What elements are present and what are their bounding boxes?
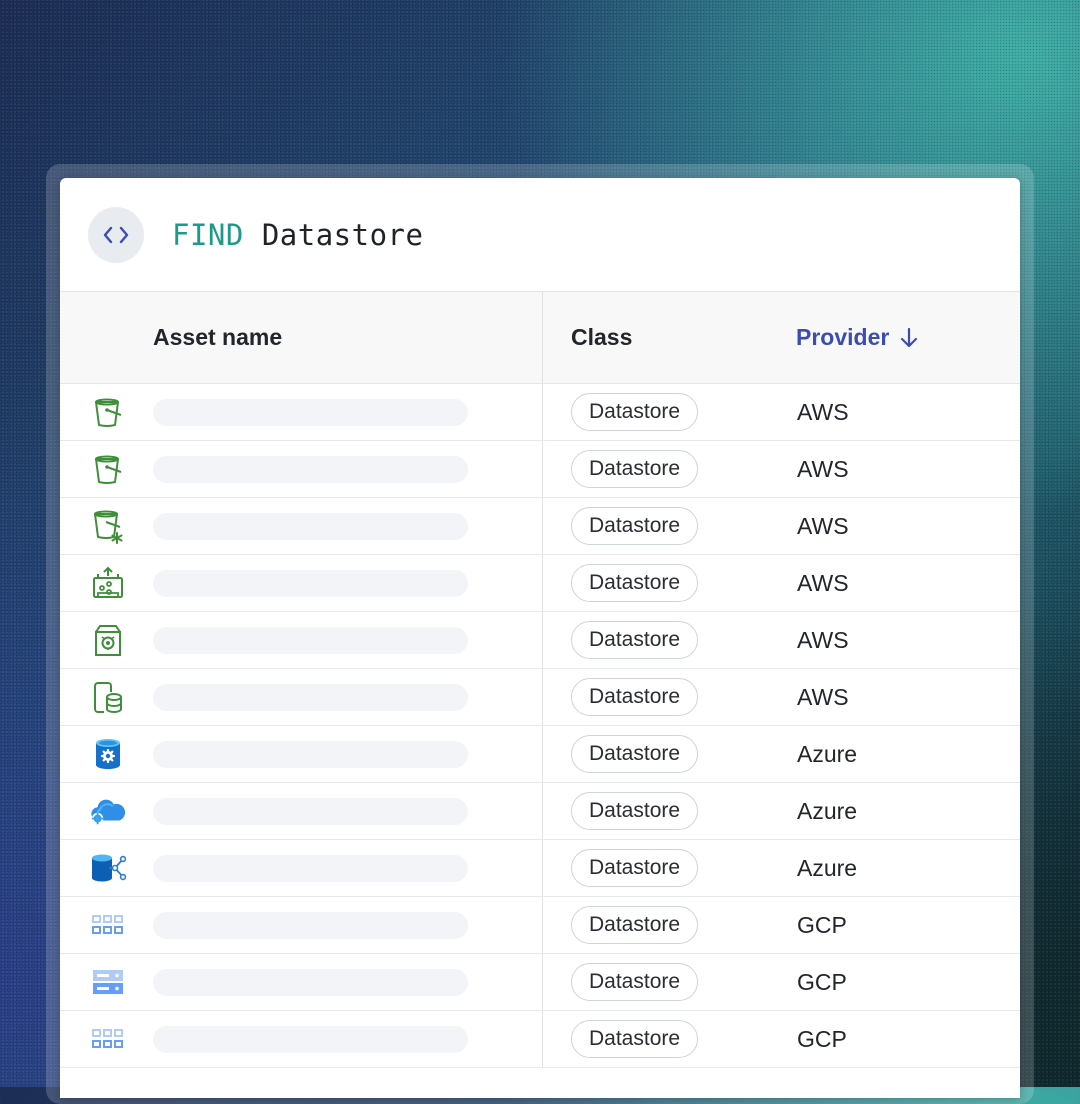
class-badge[interactable]: Datastore: [571, 735, 699, 773]
class-cell: Datastore: [543, 840, 766, 896]
provider-cell: AWS: [797, 569, 849, 596]
asset-name-placeholder: [153, 968, 468, 996]
asset-name-cell: [60, 726, 543, 782]
asset-name-cell: [60, 897, 543, 953]
class-cell: Datastore: [543, 669, 766, 725]
column-header-provider[interactable]: Provider: [766, 292, 919, 383]
class-badge[interactable]: Datastore: [571, 621, 699, 659]
aws-database-icon: [90, 679, 126, 715]
class-badge[interactable]: Datastore: [571, 906, 699, 944]
asset-name-cell: [60, 612, 543, 668]
class-cell: Datastore: [543, 897, 766, 953]
asset-name-cell: [60, 840, 543, 896]
aws-backup-vault-icon: [90, 622, 126, 658]
table-row[interactable]: Datastore AWS: [60, 384, 1020, 441]
class-badge[interactable]: Datastore: [571, 393, 699, 431]
column-header-provider-label: Provider: [796, 324, 890, 350]
aws-s3-bucket-icon: [90, 451, 126, 487]
code-brackets-icon: [103, 226, 129, 243]
query-results-card: FIND Datastore Asset name Class Provider…: [60, 178, 1020, 1098]
class-badge[interactable]: Datastore: [571, 792, 699, 830]
table-row[interactable]: Datastore Azure: [60, 783, 1020, 840]
table-row[interactable]: Datastore AWS: [60, 669, 1020, 726]
asset-name-placeholder: [153, 569, 468, 597]
asset-name-placeholder: [153, 512, 468, 540]
class-badge[interactable]: Datastore: [571, 678, 699, 716]
column-header-class[interactable]: Class: [543, 292, 766, 383]
asset-name-placeholder: [153, 797, 468, 825]
table-header: Asset name Class Provider: [60, 292, 1020, 384]
arrow-down-icon: [901, 327, 918, 347]
provider-cell: Azure: [797, 854, 858, 881]
class-badge[interactable]: Datastore: [571, 564, 699, 602]
provider-cell: AWS: [797, 626, 849, 653]
gcp-server-icon: [90, 964, 126, 1000]
asset-name-placeholder: [153, 626, 468, 654]
class-badge[interactable]: Datastore: [571, 450, 699, 488]
asset-name-cell: [60, 498, 543, 554]
table-row[interactable]: Datastore AWS: [60, 498, 1020, 555]
table-row[interactable]: Datastore GCP: [60, 1011, 1020, 1068]
table-row[interactable]: Datastore AWS: [60, 612, 1020, 669]
class-badge[interactable]: Datastore: [571, 963, 699, 1001]
asset-name-cell: [60, 783, 543, 839]
class-cell: Datastore: [543, 1011, 766, 1067]
table-row[interactable]: Datastore GCP: [60, 954, 1020, 1011]
class-badge[interactable]: Datastore: [571, 507, 699, 545]
asset-name-cell: [60, 669, 543, 725]
class-cell: Datastore: [543, 384, 766, 440]
class-badge[interactable]: Datastore: [571, 1020, 699, 1058]
query-text[interactable]: FIND Datastore: [172, 218, 423, 252]
class-cell: Datastore: [543, 726, 766, 782]
asset-name-placeholder: [153, 455, 468, 483]
asset-name-cell: [60, 954, 543, 1010]
aws-s3-bucket-icon: [90, 394, 126, 430]
provider-cell: GCP: [797, 1025, 847, 1052]
query-target: Datastore: [261, 217, 424, 252]
provider-cell: GCP: [797, 911, 847, 938]
class-cell: Datastore: [543, 441, 766, 497]
table-row[interactable]: Datastore GCP: [60, 897, 1020, 954]
class-cell: Datastore: [543, 783, 766, 839]
asset-name-placeholder: [153, 398, 468, 426]
provider-cell: Azure: [797, 740, 858, 767]
gcp-storage-grid-icon: [90, 907, 126, 943]
column-header-asset-name[interactable]: Asset name: [60, 292, 543, 383]
provider-cell: AWS: [797, 512, 849, 539]
code-view-button[interactable]: [88, 206, 144, 263]
class-cell: Datastore: [543, 498, 766, 554]
asset-name-cell: [60, 441, 543, 497]
table-row[interactable]: Datastore Azure: [60, 726, 1020, 783]
class-cell: Datastore: [543, 612, 766, 668]
aws-s3-glacier-icon: [90, 508, 126, 544]
provider-cell: Azure: [797, 797, 858, 824]
table-row[interactable]: Datastore Azure: [60, 840, 1020, 897]
provider-cell: AWS: [797, 683, 849, 710]
class-badge[interactable]: Datastore: [571, 849, 699, 887]
gcp-storage-grid-icon: [90, 1021, 126, 1057]
azure-database-network-icon: [90, 850, 126, 886]
asset-name-cell: [60, 384, 543, 440]
asset-name-cell: [60, 555, 543, 611]
asset-name-placeholder: [153, 911, 468, 939]
asset-name-cell: [60, 1011, 543, 1067]
azure-sql-database-icon: [90, 736, 126, 772]
table-row[interactable]: Datastore AWS: [60, 555, 1020, 612]
asset-name-placeholder: [153, 1025, 468, 1053]
query-bar: FIND Datastore: [60, 178, 1020, 292]
table-row[interactable]: Datastore AWS: [60, 441, 1020, 498]
azure-cloud-storage-icon: [90, 793, 126, 829]
class-cell: Datastore: [543, 954, 766, 1010]
asset-name-placeholder: [153, 683, 468, 711]
query-keyword: FIND: [172, 217, 244, 252]
asset-name-placeholder: [153, 740, 468, 768]
aws-lake-formation-icon: [90, 565, 126, 601]
class-cell: Datastore: [543, 555, 766, 611]
provider-cell: AWS: [797, 398, 849, 425]
provider-cell: AWS: [797, 455, 849, 482]
asset-name-placeholder: [153, 854, 468, 882]
table-body: Datastore AWS Datastore AWS Datastore AW…: [60, 384, 1020, 1068]
provider-cell: GCP: [797, 968, 847, 995]
